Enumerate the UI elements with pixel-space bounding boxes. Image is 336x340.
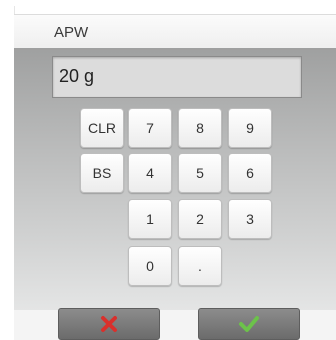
- key-1[interactable]: 1: [128, 199, 172, 239]
- display-value: 20 g: [59, 66, 95, 86]
- confirm-button[interactable]: [198, 308, 300, 340]
- green-check-icon: [238, 315, 260, 333]
- key-2[interactable]: 2: [178, 199, 222, 239]
- key-3[interactable]: 3: [228, 199, 272, 239]
- title-bar: APW: [14, 14, 336, 50]
- red-x-icon: [100, 315, 118, 333]
- value-display: 20 g: [52, 56, 302, 98]
- key-5[interactable]: 5: [178, 153, 222, 193]
- clear-button[interactable]: CLR: [80, 108, 124, 148]
- key-decimal-point[interactable]: .: [178, 246, 222, 286]
- key-6[interactable]: 6: [228, 153, 272, 193]
- page-title: APW: [54, 24, 89, 41]
- key-4[interactable]: 4: [128, 153, 172, 193]
- key-0[interactable]: 0: [128, 246, 172, 286]
- key-9[interactable]: 9: [228, 108, 272, 148]
- key-8[interactable]: 8: [178, 108, 222, 148]
- key-7[interactable]: 7: [128, 108, 172, 148]
- backspace-button[interactable]: BS: [80, 153, 124, 193]
- cancel-button[interactable]: [58, 308, 160, 340]
